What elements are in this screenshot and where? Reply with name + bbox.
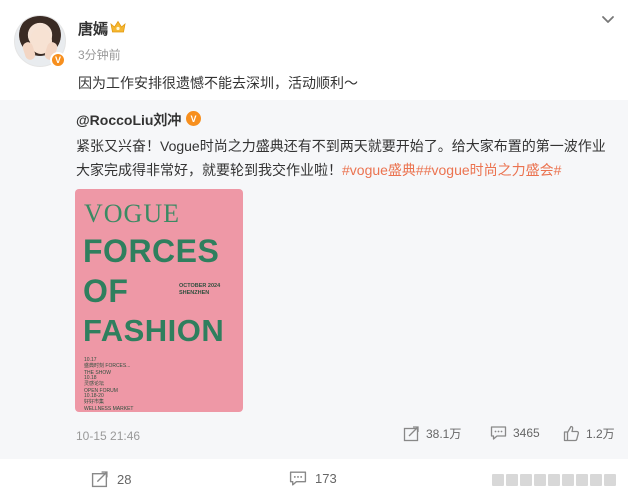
reposted-weibo[interactable]: @RoccoLiu刘冲 V 紧张又兴奋！Vogue时尚之力盛典还有不到两天就要开… xyxy=(0,100,628,459)
forward-button[interactable]: 28 xyxy=(91,470,131,488)
poster-title-line-3: FASHION xyxy=(83,313,225,348)
repost-share-stat[interactable]: 38.1万 xyxy=(403,425,461,442)
poster-schedule-2: 10.18 灵感论坛 OPEN FORUM xyxy=(84,375,118,394)
forward-count: 28 xyxy=(117,471,132,487)
repost-like-count: 1.2万 xyxy=(586,427,615,441)
repost-like-stat[interactable]: 1.2万 xyxy=(563,425,615,442)
share-icon xyxy=(403,426,419,442)
repost-author-name[interactable]: @RoccoLiu刘冲 xyxy=(76,110,181,130)
post-timestamp[interactable]: 3分钟前 xyxy=(78,46,121,63)
repost-image-poster[interactable]: VOGUE FORCES OF FASHION OCTOBER 2024 SHE… xyxy=(75,189,243,412)
poster-date: OCTOBER 2024 SHENZHEN xyxy=(179,283,220,297)
chevron-down-icon[interactable] xyxy=(600,11,616,27)
poster-date-line-1: OCTOBER 2024 xyxy=(179,283,221,289)
repost-hashtag-links[interactable]: #vogue盛典##vogue时尚之力盛会# xyxy=(342,162,561,178)
poster-schedule-1: 10.17 盛典时刻 FORCES... THE SHOW xyxy=(84,357,131,376)
poster-brand: VOGUE xyxy=(84,199,180,228)
poster-title-line-1: FORCES xyxy=(83,233,220,269)
repost-text-line-2: 大家完成得非常好，就要轮到我交作业啦！#vogue盛典##vogue时尚之力盛会… xyxy=(76,160,561,180)
thumbs-up-icon xyxy=(563,425,580,442)
repost-share-count: 38.1万 xyxy=(426,427,462,441)
author-name[interactable]: 唐嫣 xyxy=(78,18,108,39)
comment-count: 173 xyxy=(315,471,337,486)
like-button[interactable] xyxy=(492,470,618,490)
comment-button[interactable]: 173 xyxy=(289,470,337,487)
share-icon xyxy=(91,471,108,488)
crown-icon[interactable] xyxy=(110,20,126,34)
repost-verified-badge-icon: V xyxy=(186,111,201,126)
comment-icon xyxy=(289,471,307,486)
comment-icon xyxy=(490,426,507,440)
weibo-post-card: V 唐嫣 3分钟前 因为工作安排很遗憾不能去深圳，活动顺利～ @RoccoLiu… xyxy=(0,0,628,494)
poster-title-line-2: OF xyxy=(83,273,129,309)
repost-timestamp[interactable]: 10-15 21:46 xyxy=(76,429,140,443)
repost-text-plain: 大家完成得非常好，就要轮到我交作业啦！ xyxy=(76,162,342,178)
poster-schedule-3: 10.18-20 好好市集 WELLNESS MARKET xyxy=(84,393,134,412)
repost-comment-count: 3465 xyxy=(513,426,540,440)
poster-date-line-2: SHENZHEN xyxy=(179,290,210,297)
repost-text-line-1: 紧张又兴奋！Vogue时尚之力盛典还有不到两天就要开始了。给大家布置的第一波作业 xyxy=(76,138,606,154)
verified-badge-icon: V xyxy=(50,52,66,68)
post-body-text: 因为工作安排很遗憾不能去深圳，活动顺利～ xyxy=(78,75,358,91)
repost-comment-stat[interactable]: 3465 xyxy=(490,425,540,441)
